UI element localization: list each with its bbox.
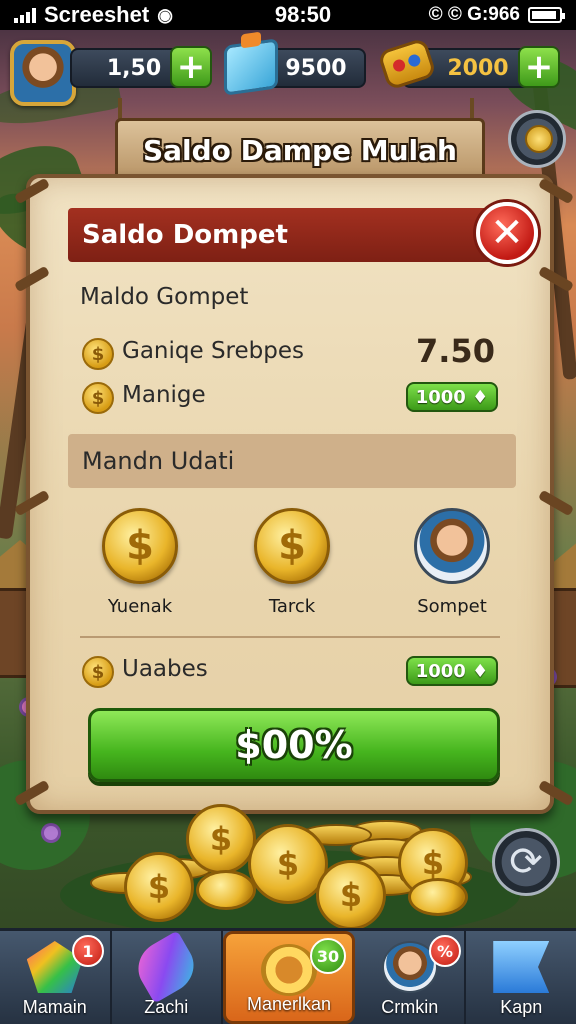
coin-icon: $ xyxy=(82,338,114,370)
player-avatar[interactable] xyxy=(10,40,76,106)
coin-icon: $ xyxy=(82,656,114,688)
notification-badge: % xyxy=(428,935,461,967)
uaabes-label: Uaabes xyxy=(122,656,208,682)
dollar-coin-icon[interactable]: $ xyxy=(254,508,330,584)
manige-label: Manige xyxy=(122,382,206,408)
avatar-icon[interactable] xyxy=(414,508,490,584)
dollar-coin-icon[interactable]: $ xyxy=(102,508,178,584)
status-bar: Screeshet ◉ 98:50 © © G:966 xyxy=(0,0,576,30)
coin-icon: $ xyxy=(82,382,114,414)
nav-item-mamain[interactable]: 1 Mamain xyxy=(0,931,112,1024)
panel-header: Saldo Dompet xyxy=(68,208,512,262)
signal-icon xyxy=(14,7,36,23)
main-action-button[interactable]: $00% xyxy=(88,708,500,782)
divider xyxy=(80,636,500,638)
reward-label-2: Tarck xyxy=(268,596,316,617)
coin-icon xyxy=(525,125,553,153)
carrier-label: Screeshet xyxy=(44,2,150,27)
top-hud: 1,50 + 9500 2000 + xyxy=(10,37,566,106)
wallet-panel: Saldo Dompet ✕ Maldo Gompet $ Ganiqe Sre… xyxy=(13,174,575,814)
flag-icon xyxy=(493,941,550,993)
manige-chip[interactable]: 1000 ♦ xyxy=(406,382,498,412)
panel-title: Saldo Dompet xyxy=(82,220,288,250)
reward-label-1: Yuenak xyxy=(107,596,173,617)
section-title: Mandn Udati xyxy=(82,447,235,475)
nav-label: Zachi xyxy=(144,997,189,1017)
status-icons: © © G:966 xyxy=(428,4,520,25)
ring-icon xyxy=(261,944,317,996)
close-icon: ✕ xyxy=(490,210,524,256)
main-action-label: $00% xyxy=(235,723,353,767)
plus-icon: + xyxy=(524,47,554,87)
notification-badge: 30 xyxy=(310,938,347,974)
nav-label: Crmkin xyxy=(381,997,439,1017)
bottom-nav: 1 Mamain Zachi 30 Manerlkan % Crmkin Kap… xyxy=(0,928,576,1024)
tickets-value: 2000 xyxy=(447,55,509,81)
uaabes-chip[interactable]: 1000 ♦ xyxy=(406,656,498,686)
nav-label: Manerlkan xyxy=(246,994,332,1014)
nav-label: Mamain xyxy=(22,997,87,1017)
balance-value: 7.50 xyxy=(416,332,495,370)
balance-label: Ganiqe Srebpes xyxy=(122,338,304,364)
panel-subtitle: Maldo Gompet xyxy=(80,284,249,310)
battery-icon xyxy=(528,7,565,23)
refresh-button[interactable]: ⟳ xyxy=(492,828,560,896)
add-coins-button[interactable]: + xyxy=(170,46,212,88)
coin-shop-button[interactable] xyxy=(508,110,566,168)
close-button[interactable]: ✕ xyxy=(476,202,538,264)
nav-item-manerlkan[interactable]: 30 Manerlkan xyxy=(223,931,355,1024)
coins-value: 1,50 xyxy=(106,55,162,81)
section-header: Mandn Udati xyxy=(68,434,516,488)
nav-item-crmkin[interactable]: % Crmkin xyxy=(355,931,467,1024)
sign-title: Saldo Dampe Mulah xyxy=(115,118,485,182)
nav-item-zachi[interactable]: Zachi xyxy=(112,930,224,1024)
plus-icon: + xyxy=(176,47,206,87)
notification-badge: 1 xyxy=(72,935,104,967)
add-tickets-button[interactable]: + xyxy=(518,46,560,88)
gem-box-icon xyxy=(224,38,278,96)
nav-item-kapn[interactable]: Kapn xyxy=(466,931,576,1024)
nav-label: Kapn xyxy=(500,997,543,1017)
refresh-icon: ⟳ xyxy=(509,839,543,885)
clock: 98:50 xyxy=(274,2,332,27)
rocket-icon xyxy=(129,930,204,1004)
wifi-icon: ◉ xyxy=(157,4,173,25)
sign-title-text: Saldo Dampe Mulah xyxy=(142,133,457,167)
reward-label-3: Sompet xyxy=(417,596,487,617)
